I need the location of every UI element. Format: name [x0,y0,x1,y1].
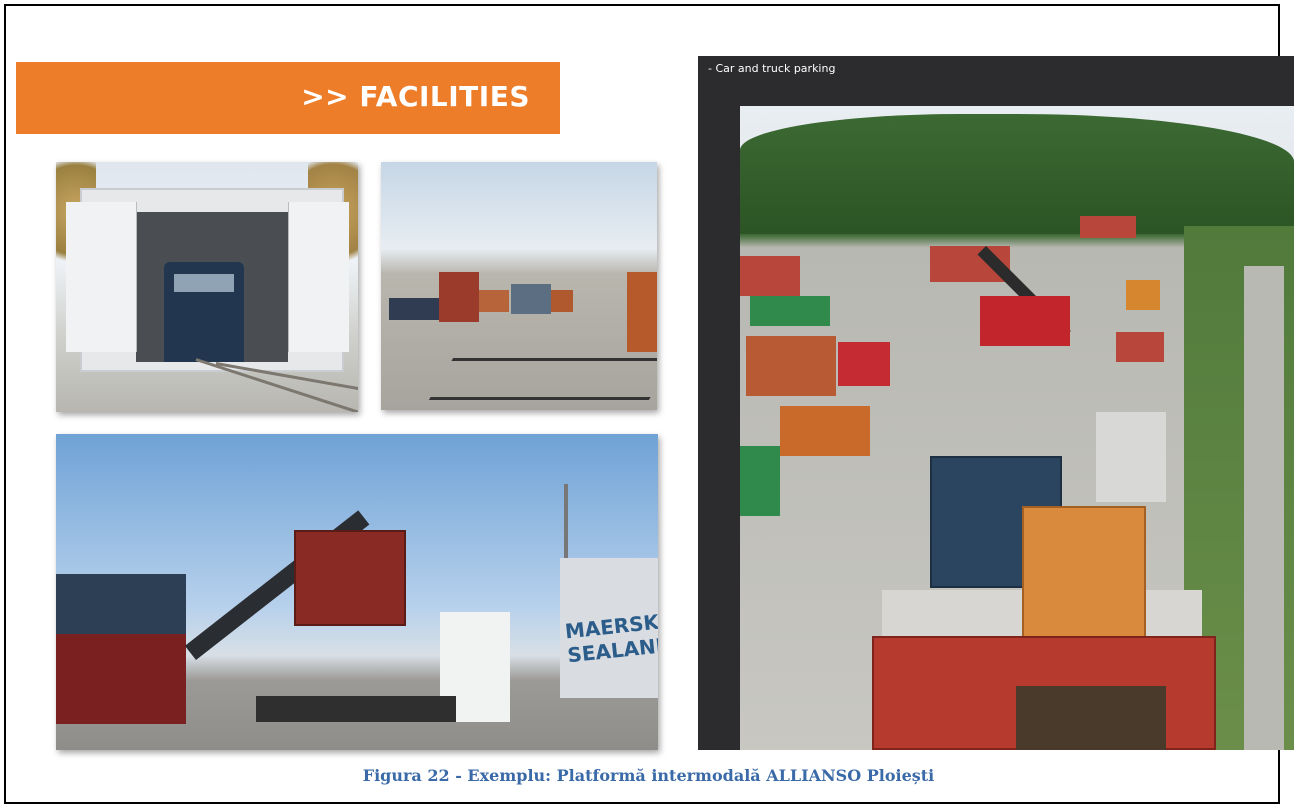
figure-image: >> FACILITIES MAERSK SEALAND - Car and t… [16,56,1294,750]
right-page-caption: - Car and truck parking [708,62,836,75]
photo-container-terminal [740,106,1294,750]
photo-locomotive-shed [56,162,358,412]
banner-title: >> FACILITIES [301,80,530,113]
brochure-left-page: >> FACILITIES MAERSK SEALAND [16,56,694,750]
container-logo-text: MAERSK SEALAND [563,609,658,668]
facilities-banner: >> FACILITIES [16,62,560,134]
photo-container-yard [381,162,657,410]
photo-reach-stacker: MAERSK SEALAND [56,434,658,750]
figure-caption: Figura 22 - Exemplu: Platformă intermoda… [362,766,935,785]
brochure-right-page: - Car and truck parking [698,56,1294,750]
